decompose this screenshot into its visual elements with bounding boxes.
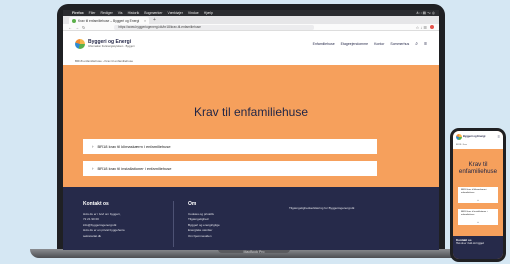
menubar-item-rediger[interactable]: Rediger bbox=[100, 11, 112, 15]
tab-title: Krav til enfamiliehuse – Byggeri og Ener… bbox=[78, 18, 140, 23]
phone-footer: Kontakt os Hvis du er i tvivl om byggeri bbox=[453, 236, 503, 259]
page-title: Krav til enfamiliehuse bbox=[193, 105, 309, 119]
menubar-app[interactable]: Firefox bbox=[72, 11, 84, 15]
accordion-label: BR18 krav til installationer i enfamilie… bbox=[97, 166, 172, 171]
phone-header: Byggeri og Energi ≡ bbox=[453, 131, 503, 144]
search-icon[interactable]: ⌕ bbox=[415, 41, 418, 47]
address-url: https://www.byggeriogenergi.dk/br18/krav… bbox=[118, 25, 201, 29]
plus-icon: + bbox=[477, 220, 479, 224]
nav-item-etageejendomme[interactable]: Etageejendomme bbox=[341, 42, 368, 46]
nav-item-enfamiliehuse[interactable]: Enfamiliehuse bbox=[313, 42, 335, 46]
footer-contact-heading: Kontakt os bbox=[83, 201, 109, 207]
logo-icon[interactable] bbox=[75, 38, 85, 49]
menu-icon[interactable]: ≡ bbox=[424, 41, 427, 47]
menubar-item-hjaelp[interactable]: Hjælp bbox=[204, 11, 213, 15]
back-icon[interactable]: ← bbox=[68, 25, 72, 30]
site-header: Byggeri og Energi Information fra Energi… bbox=[63, 32, 439, 55]
footer-contact: Kontakt os Hvis du er i tvivl om byggeri… bbox=[83, 201, 125, 240]
menubar-item-filer[interactable]: Filer bbox=[89, 11, 96, 15]
browser-tabbar: Krav til enfamiliehuse – Byggeri og Ener… bbox=[63, 16, 439, 24]
plus-icon: + bbox=[477, 198, 479, 202]
forward-icon[interactable]: → bbox=[75, 25, 79, 30]
site-logo[interactable]: Byggeri og Energi Information fra Energi… bbox=[88, 39, 135, 48]
logo-subtitle: Information fra Energistyrelsen · Bygger… bbox=[88, 44, 135, 48]
nav-item-kontor[interactable]: Kontor bbox=[374, 42, 384, 46]
laptop-model-label: MacBook Pro bbox=[243, 250, 265, 254]
phone-accordion-klimaskaerm[interactable]: BR18 krav til klimaskærm i enfamiliehuse… bbox=[458, 187, 498, 203]
browser-tab[interactable]: Krav til enfamiliehuse – Byggeri og Ener… bbox=[69, 17, 149, 24]
extension-icon[interactable] bbox=[430, 25, 434, 29]
reload-icon[interactable]: ↻ bbox=[82, 25, 85, 30]
phone-logo-text[interactable]: Byggeri og Energi bbox=[463, 135, 485, 138]
footer-accessibility-link[interactable]: Tilgængelighedserklæring for Byggeriogen… bbox=[289, 206, 354, 212]
hero-section: Krav til enfamiliehuse › BR18 krav til k… bbox=[63, 65, 439, 187]
footer-about: Om Cookies og privatliv Tilgængelighed B… bbox=[188, 201, 220, 240]
nav-item-sommerhus[interactable]: Sommerhus bbox=[390, 42, 409, 46]
accordion-label: BR18 krav til klimaskærm i enfamiliehuse bbox=[97, 144, 171, 149]
footer-divider bbox=[173, 201, 174, 247]
footer-about-heading: Om bbox=[188, 201, 197, 207]
chevron-right-icon: › bbox=[92, 144, 94, 149]
chevron-right-icon: › bbox=[92, 166, 94, 171]
tab-close-icon[interactable]: × bbox=[144, 19, 146, 23]
breadcrumb[interactable]: BR18 enfamiliehuse › Krav til enfamilieh… bbox=[63, 55, 439, 65]
footer-about-link[interactable]: Om hjemmesiden bbox=[188, 234, 220, 240]
accordion-klimaskaerm[interactable]: › BR18 krav til klimaskærm i enfamiliehu… bbox=[83, 139, 377, 154]
phone-page-title: Krav til enfamiliehuse bbox=[458, 161, 498, 175]
toolbar-actions-icons[interactable]: ☆ ↓ ☰ bbox=[416, 25, 427, 30]
footer-link[interactable]: sekretariat.dk bbox=[83, 234, 125, 240]
address-bar[interactable]: https://www.byggeriogenergi.dk/br18/krav… bbox=[114, 24, 315, 30]
menubar-item-vaerktoejer[interactable]: Værktøjer bbox=[168, 11, 183, 15]
laptop-screen: Firefox Filer Rediger Vis Historik Bogmæ… bbox=[63, 10, 439, 250]
site-footer: Kontakt os Hvis du er i tvivl om byggeri… bbox=[63, 187, 439, 250]
phone-screen: Byggeri og Energi ≡ BR18 › Krav Krav til… bbox=[453, 131, 503, 259]
menubar-status-icons[interactable]: â ∷ ▤ ⌥ ◎ bbox=[417, 11, 435, 15]
browser-toolbar: ← → ↻ https://www.byggeriogenergi.dk/br1… bbox=[63, 24, 439, 31]
phone-accordion-label: BR18 krav til installationer i enfamilie… bbox=[461, 211, 488, 216]
menubar-item-vindue[interactable]: Vindue bbox=[188, 11, 199, 15]
phone-footer-heading: Kontakt os bbox=[456, 238, 472, 242]
accordion-installationer[interactable]: › BR18 krav til installationer i enfamil… bbox=[83, 161, 377, 176]
phone-accordion-label: BR18 krav til klimaskærm i enfamiliehuse bbox=[461, 189, 487, 194]
phone-menu-icon[interactable]: ≡ bbox=[498, 134, 500, 139]
menubar-item-historik[interactable]: Historik bbox=[128, 11, 140, 15]
main-nav: Enfamiliehuse Etageejendomme Kontor Somm… bbox=[313, 41, 427, 47]
new-tab-button[interactable]: + bbox=[153, 17, 156, 24]
phone-footer-line: Hvis du er i tvivl om byggeri bbox=[456, 243, 485, 246]
favicon-icon bbox=[72, 18, 76, 23]
phone-accordion-installationer[interactable]: BR18 krav til installationer i enfamilie… bbox=[458, 209, 498, 225]
menubar-item-bogmaerker[interactable]: Bogmærker bbox=[144, 11, 162, 15]
phone-breadcrumb[interactable]: BR18 › Krav bbox=[453, 144, 503, 149]
phone-logo-icon[interactable] bbox=[456, 134, 462, 140]
menubar-item-vis[interactable]: Vis bbox=[118, 11, 123, 15]
